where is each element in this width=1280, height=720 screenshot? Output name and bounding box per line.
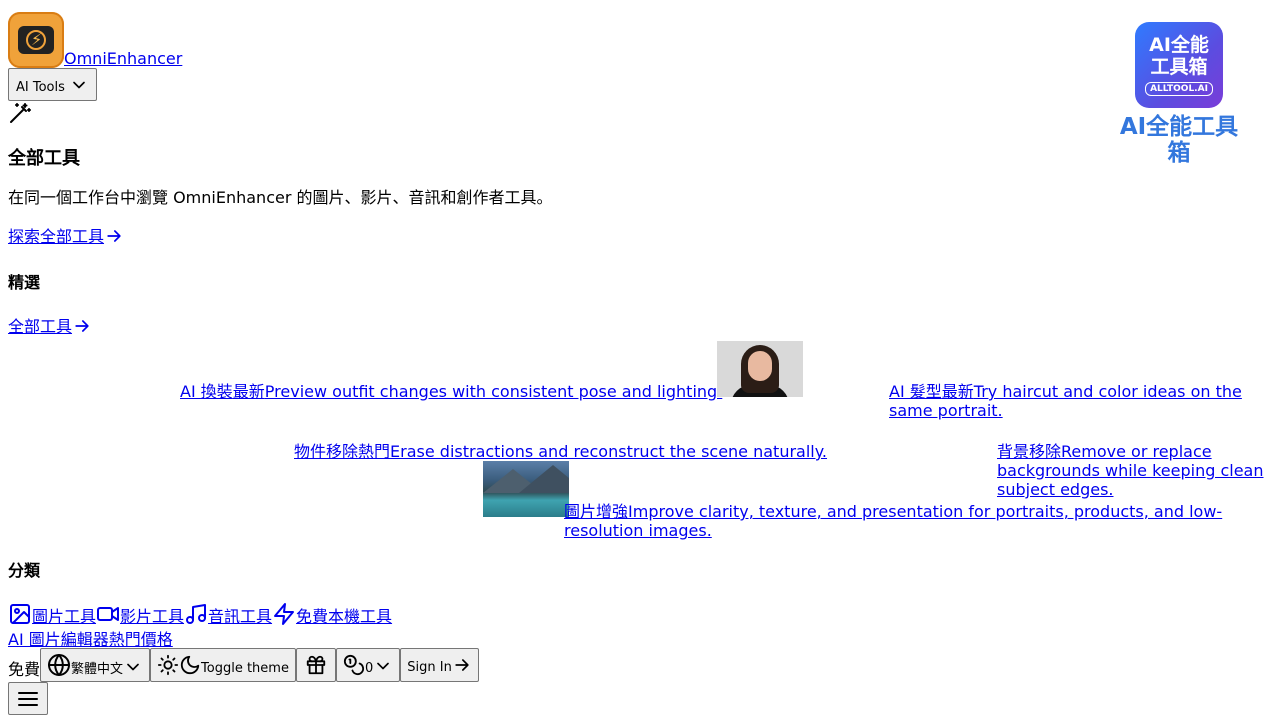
alltool-logo-icon: AI全能 工具箱 ALLTOOL.AI	[1135, 22, 1223, 108]
alltool-caption: AI全能工具箱	[1119, 114, 1239, 166]
item-badge: 最新	[232, 382, 265, 401]
chevron-down-icon	[377, 662, 390, 670]
sign-in-label: Sign In	[407, 660, 452, 675]
category-label: 免費本機工具	[296, 607, 393, 626]
alltool-badge[interactable]: AI全能 工具箱 ALLTOOL.AI AI全能工具箱	[1116, 22, 1242, 166]
featured-item-background-removal[interactable]: 背景移除Remove or replace backgrounds while …	[997, 442, 1280, 499]
page-title: 全部工具	[8, 148, 80, 169]
controls-bar: 免費 繁體中文 Toggle theme 0 Sign In	[8, 648, 479, 682]
page-description: 在同一個工作台中瀏覽 OmniEnhancer 的圖片、影片、音訊和創作者工具。	[8, 188, 553, 207]
alltool-line3: ALLTOOL.AI	[1145, 82, 1213, 96]
item-name: 圖片增強	[564, 502, 629, 521]
secondary-nav: AI 圖片編輯器熱門價格	[8, 630, 173, 649]
item-badge: 最新	[941, 382, 974, 401]
featured-item-object-removal[interactable]: 物件移除熱門Erase distractions and reconstruct…	[294, 442, 827, 461]
explore-all-tools-link[interactable]: 探索全部工具	[8, 226, 124, 246]
ai-image-editor-link[interactable]: AI 圖片編輯器熱門	[8, 630, 141, 649]
category-list: 圖片工具 影片工具 音訊工具 免費本機工具	[8, 602, 392, 626]
sun-icon	[157, 654, 179, 676]
arrow-right-icon	[455, 659, 469, 671]
credits-count: 0	[364, 661, 374, 676]
editor-link-label: AI 圖片編輯器	[8, 630, 109, 649]
featured-item-ai-hairstyle[interactable]: AI 髮型最新Try haircut and color ideas on th…	[889, 382, 1280, 420]
language-label: 繁體中文	[71, 662, 124, 677]
language-selector[interactable]: 繁體中文	[40, 648, 151, 682]
brand[interactable]: ⚡ OmniEnhancer	[8, 8, 182, 68]
alltool-line2: 工具箱	[1150, 56, 1208, 78]
magic-wand-icon	[10, 103, 31, 123]
arrow-right-icon	[75, 320, 89, 332]
categories-heading: 分類	[8, 561, 41, 580]
gift-button[interactable]	[295, 648, 336, 682]
item-desc: Erase distractions and reconstruct the s…	[390, 442, 828, 461]
menu-button[interactable]	[8, 682, 48, 715]
sign-in-button[interactable]: Sign In	[400, 648, 479, 682]
category-label: 圖片工具	[32, 607, 97, 626]
arrow-right-icon	[107, 230, 121, 242]
item-name: 物件移除	[294, 442, 359, 461]
ai-tools-label: AI Tools	[16, 79, 65, 95]
all-tools-link-label: 全部工具	[8, 317, 73, 336]
music-icon	[186, 604, 207, 624]
category-free-local-tools[interactable]: 免費本機工具	[272, 602, 392, 626]
item-name: AI 髮型	[889, 382, 942, 401]
featured-heading: 精選	[8, 273, 41, 292]
brand-link[interactable]: OmniEnhancer	[64, 49, 182, 68]
hamburger-menu-icon	[18, 691, 38, 706]
chevron-down-icon	[73, 81, 85, 88]
hot-badge: 熱門	[108, 630, 141, 649]
alltool-line1: AI全能	[1149, 34, 1209, 56]
video-icon	[97, 607, 120, 621]
free-label: 免費	[8, 660, 41, 679]
portrait-thumbnail	[717, 341, 803, 397]
item-name: 背景移除	[997, 442, 1062, 461]
landscape-thumbnail	[483, 461, 570, 517]
item-desc: Preview outfit changes with consistent p…	[264, 382, 723, 401]
omnienhancer-logo-icon: ⚡	[8, 12, 64, 68]
coins-icon	[343, 654, 364, 676]
credits-dropdown[interactable]: 0	[335, 648, 401, 682]
item-name: AI 換裝	[180, 382, 233, 401]
category-audio-tools[interactable]: 音訊工具	[184, 602, 272, 626]
category-label: 音訊工具	[208, 607, 273, 626]
moon-icon	[180, 655, 200, 675]
featured-item-ai-outfit[interactable]: AI 換裝最新Preview outfit changes with consi…	[180, 382, 722, 401]
ai-tools-dropdown[interactable]: AI Tools	[8, 68, 98, 101]
theme-toggle-button[interactable]: Toggle theme	[150, 648, 296, 682]
gift-icon	[306, 655, 326, 675]
category-label: 影片工具	[120, 607, 185, 626]
explore-link-label: 探索全部工具	[8, 227, 105, 246]
featured-all-tools-link[interactable]: 全部工具	[8, 316, 92, 336]
pricing-link[interactable]: 價格	[141, 630, 173, 649]
globe-icon	[48, 654, 71, 676]
item-desc: Improve clarity, texture, and presentati…	[564, 502, 1223, 540]
zap-icon	[274, 603, 295, 625]
item-badge: 熱門	[358, 442, 391, 461]
toggle-theme-label: Toggle theme	[201, 661, 289, 676]
featured-item-image-enhance[interactable]: 圖片增強Improve clarity, texture, and presen…	[564, 502, 1244, 540]
chevron-down-icon	[127, 663, 139, 671]
category-image-tools[interactable]: 圖片工具	[8, 602, 96, 626]
category-video-tools[interactable]: 影片工具	[96, 602, 184, 626]
image-icon	[10, 604, 30, 624]
